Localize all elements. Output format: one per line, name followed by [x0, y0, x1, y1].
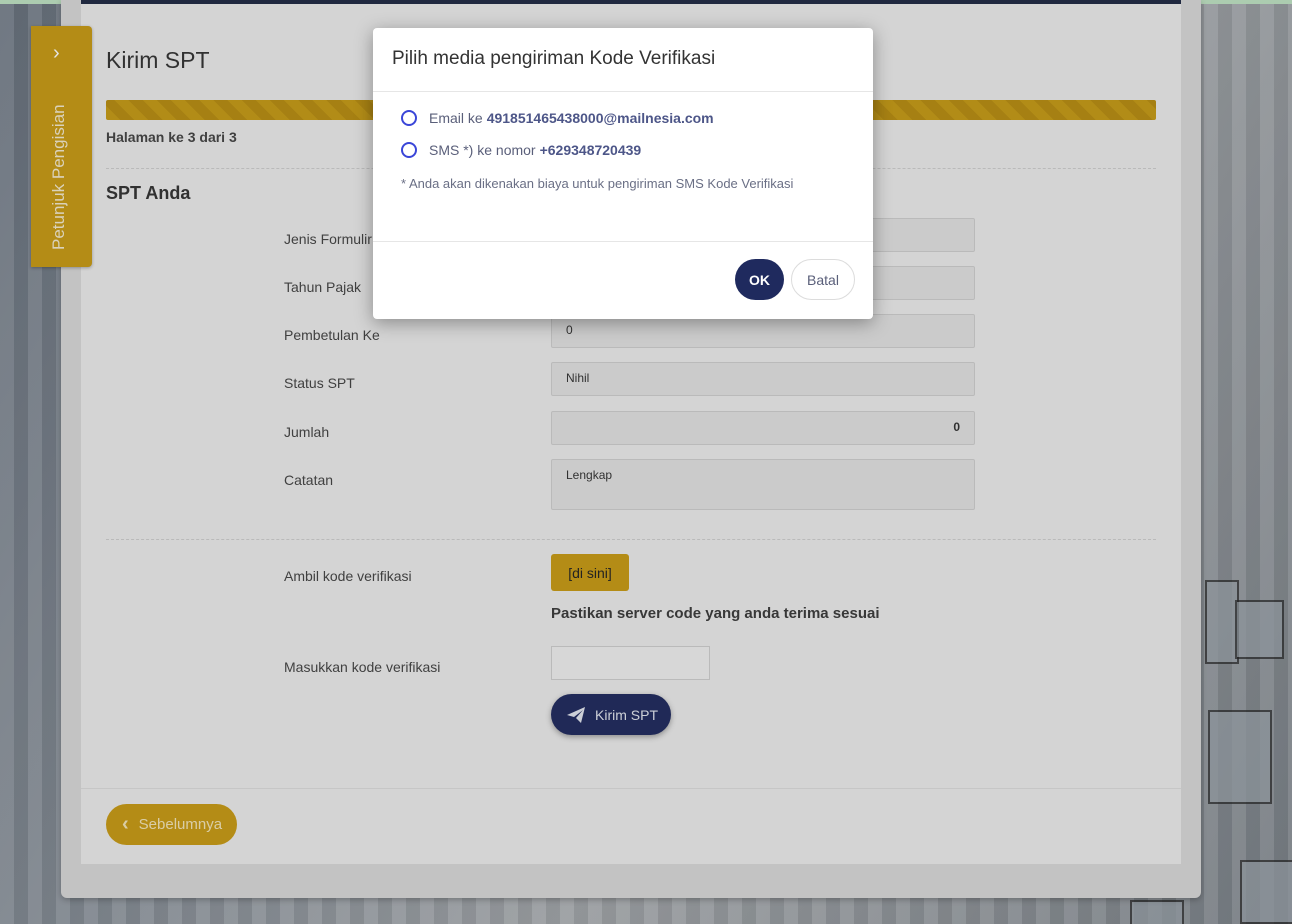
sms-radio[interactable]	[401, 142, 417, 158]
sms-fee-note: * Anda akan dikenakan biaya untuk pengir…	[401, 176, 794, 191]
phone-number: +629348720439	[539, 142, 642, 158]
dialog-divider	[373, 91, 873, 92]
cancel-button[interactable]: Batal	[791, 259, 855, 300]
dialog-title: Pilih media pengiriman Kode Verifikasi	[392, 48, 716, 69]
email-radio[interactable]	[401, 110, 417, 126]
ok-button[interactable]: OK	[735, 259, 784, 300]
email-option[interactable]: Email ke 491851465438000@mailnesia.com	[401, 110, 714, 126]
sms-option[interactable]: SMS *) ke nomor +629348720439	[401, 142, 641, 158]
dialog-divider	[373, 241, 873, 242]
email-prefix: Email ke	[429, 110, 483, 126]
verification-media-dialog: Pilih media pengiriman Kode Verifikasi E…	[373, 28, 873, 319]
sms-prefix: SMS *) ke nomor	[429, 142, 536, 158]
email-address: 491851465438000@mailnesia.com	[486, 110, 714, 126]
